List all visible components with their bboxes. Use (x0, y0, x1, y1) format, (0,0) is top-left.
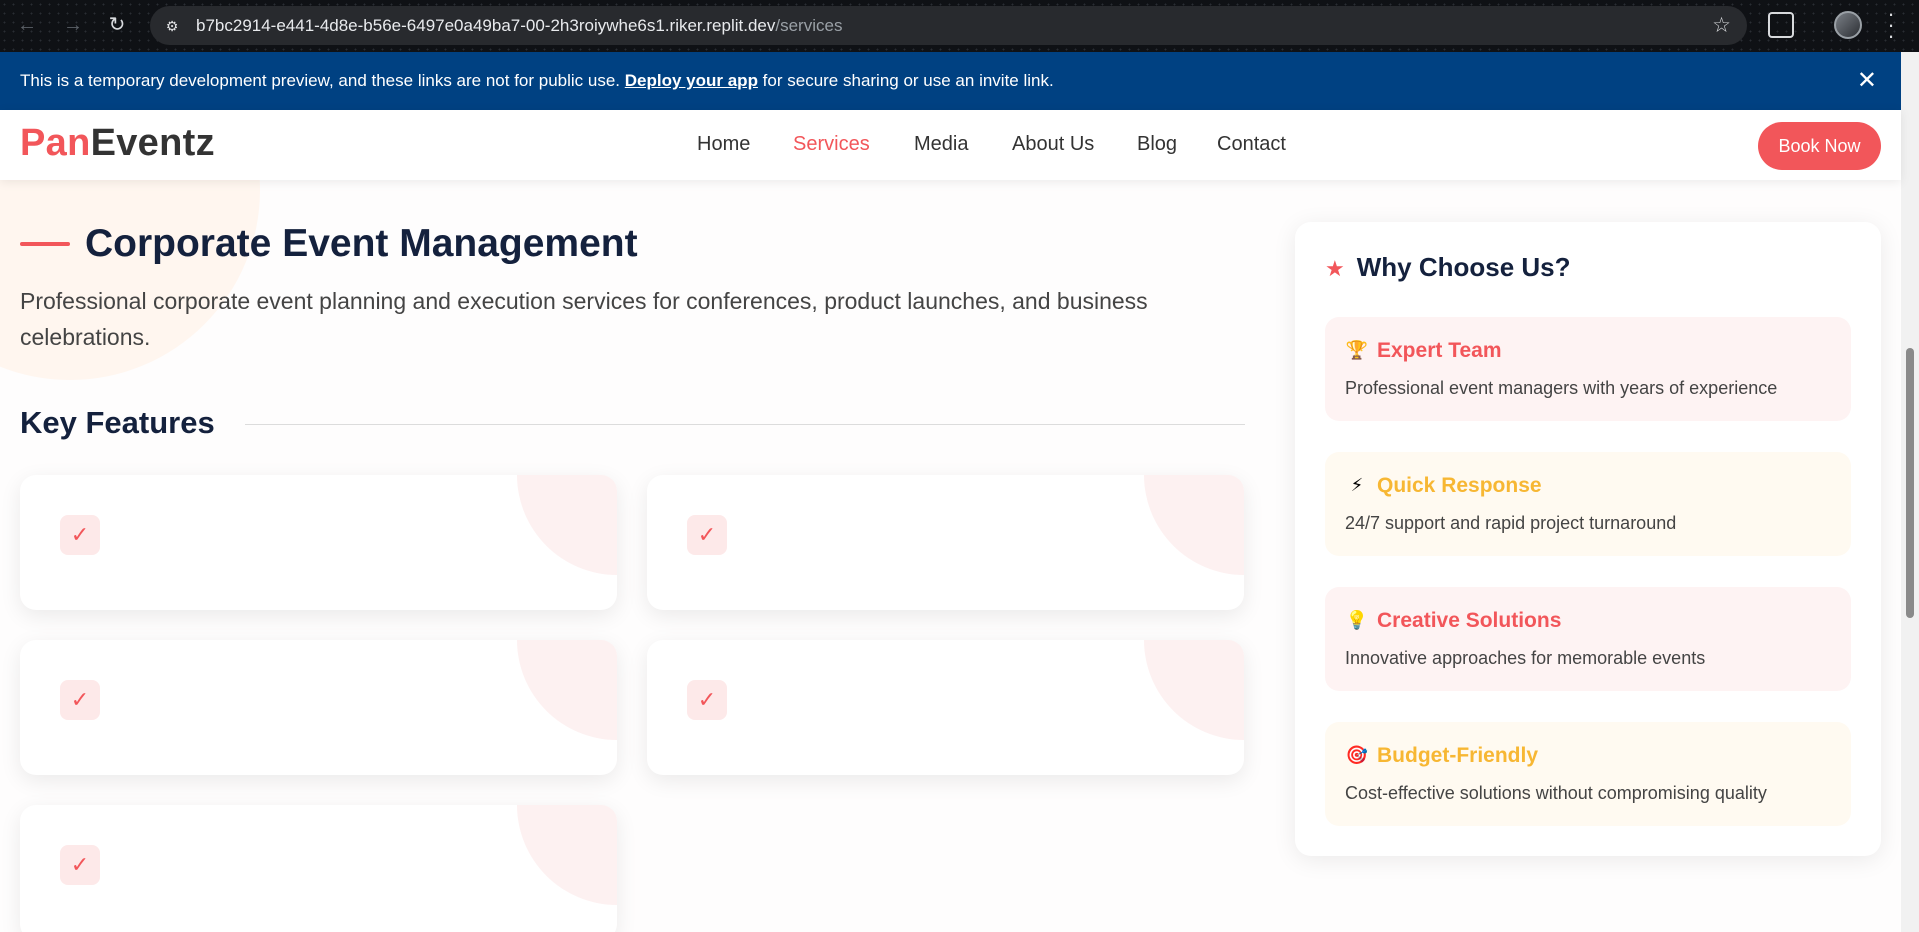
reload-icon[interactable]: ↻ (104, 12, 130, 38)
nav-contact[interactable]: Contact (1217, 133, 1286, 156)
card-corner-decoration (1144, 475, 1244, 575)
feature-card: ✓ (20, 475, 617, 610)
close-icon[interactable]: ✕ (1857, 66, 1877, 95)
feature-card: ✓ (20, 805, 617, 932)
page-content: Corporate Event Management Professional … (0, 180, 1901, 932)
reason-creative-solutions: 💡 Creative Solutions Innovative approach… (1325, 587, 1851, 691)
feature-card: ✓ (647, 475, 1244, 610)
nav-media[interactable]: Media (914, 133, 968, 156)
why-choose-us-card: ★ Why Choose Us? 🏆 Expert Team Profession… (1295, 222, 1881, 856)
reason-description: Innovative approaches for memorable even… (1345, 648, 1706, 668)
title-accent-line (20, 242, 70, 246)
check-icon: ✓ (60, 680, 100, 720)
nav-blog[interactable]: Blog (1137, 133, 1177, 156)
feature-card: ✓ (647, 640, 1244, 775)
deploy-app-link[interactable]: Deploy your app (625, 71, 758, 90)
back-icon[interactable]: ← (14, 12, 40, 38)
star-icon: ★ (1325, 256, 1345, 281)
check-icon: ✓ (687, 680, 727, 720)
profile-avatar[interactable] (1834, 11, 1862, 39)
check-icon: ✓ (60, 515, 100, 555)
browser-menu-icon[interactable]: · · · (1884, 3, 1898, 47)
book-now-button[interactable]: Book Now (1758, 122, 1881, 170)
site-logo[interactable]: PanEventz (20, 122, 215, 165)
nav-home[interactable]: Home (697, 133, 750, 156)
reason-title: Quick Response (1377, 474, 1542, 497)
reason-expert-team: 🏆 Expert Team Professional event manager… (1325, 317, 1851, 421)
bookmark-star-icon[interactable]: ☆ (1712, 13, 1731, 38)
reason-description: 24/7 support and rapid project turnaroun… (1345, 513, 1677, 533)
card-corner-decoration (1144, 640, 1244, 740)
why-choose-us-title: ★ Why Choose Us? (1325, 252, 1571, 282)
key-features-heading: Key Features (20, 405, 215, 440)
browser-toolbar: ← → ↻ ⚙ b7bc2914-e441-4d8e-b56e-6497e0a4… (0, 0, 1919, 52)
scrollbar-thumb[interactable] (1906, 348, 1914, 618)
reason-title: Creative Solutions (1377, 609, 1562, 632)
site-info-icon[interactable]: ⚙ (162, 16, 182, 36)
check-icon: ✓ (687, 515, 727, 555)
card-corner-decoration (517, 475, 617, 575)
reason-budget-friendly: 🎯 Budget-Friendly Cost-effective solutio… (1325, 722, 1851, 826)
site-header: PanEventz Home Services Media About Us B… (0, 110, 1901, 180)
section-divider (245, 424, 1245, 425)
reason-quick-response: ⚡ Quick Response 24/7 support and rapid … (1325, 452, 1851, 556)
page-scrollbar[interactable] (1901, 52, 1919, 932)
reason-title: Expert Team (1377, 339, 1502, 362)
lightning-icon: ⚡ (1350, 475, 1364, 495)
target-icon: 🎯 (1345, 745, 1369, 765)
reason-description: Professional event managers with years o… (1345, 378, 1778, 398)
address-bar[interactable]: ⚙ b7bc2914-e441-4d8e-b56e-6497e0a49ba7-0… (150, 6, 1747, 45)
nav-about-us[interactable]: About Us (1012, 133, 1094, 156)
feature-card: ✓ (20, 640, 617, 775)
banner-text: This is a temporary development preview,… (20, 71, 1054, 90)
lightbulb-icon: 💡 (1345, 610, 1369, 630)
trophy-icon: 🏆 (1345, 340, 1369, 360)
extensions-icon[interactable] (1768, 12, 1794, 38)
card-corner-decoration (517, 805, 617, 905)
page-title: Corporate Event Management (85, 222, 638, 265)
nav-services[interactable]: Services (793, 133, 870, 156)
dev-preview-banner: This is a temporary development preview,… (0, 52, 1901, 110)
url-text[interactable]: b7bc2914-e441-4d8e-b56e-6497e0a49ba7-00-… (196, 16, 842, 36)
page-description: Professional corporate event planning an… (20, 288, 1148, 350)
reason-title: Budget-Friendly (1377, 744, 1538, 767)
reason-description: Cost-effective solutions without comprom… (1345, 783, 1767, 803)
card-corner-decoration (517, 640, 617, 740)
forward-icon[interactable]: → (60, 12, 86, 38)
check-icon: ✓ (60, 845, 100, 885)
